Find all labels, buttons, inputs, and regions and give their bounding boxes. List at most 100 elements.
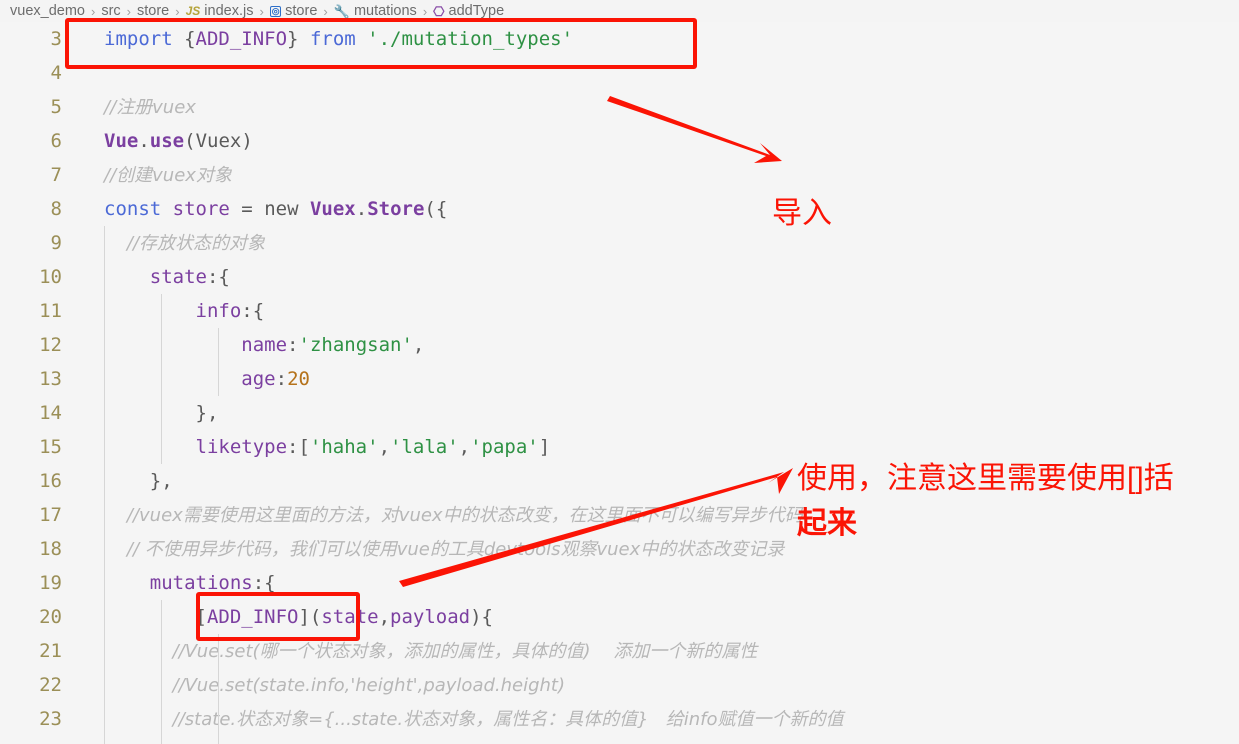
breadcrumb-separator-icon: › [126,3,131,19]
code-token: //存放状态的对象 [104,233,266,254]
code-token: : [287,334,299,356]
code-line[interactable]: 6 Vue.use(Vuex) [0,124,1239,158]
indent-guide [161,702,162,736]
line-number: 13 [39,368,62,390]
breadcrumb-item-store-symbol[interactable]: ◎ store [269,3,317,19]
annotation-usage-line1: 使用，注意这里需要使用[]括 [797,462,1174,495]
code-token: , [412,334,425,356]
js-file-icon: JS [185,4,201,18]
line-number: 23 [39,708,62,730]
code-token: 'haha' [309,436,379,458]
code-token: payload [390,606,471,628]
code-line[interactable]: 7 //创建vuex对象 [0,158,1239,192]
indent-guide [104,566,105,600]
code-token: const [104,198,162,220]
code-line[interactable]: 21 //Vue.set(哪一个状态对象，添加的属性，具体的值) 添加一个新的属… [0,634,1239,668]
indent-guide [104,294,105,328]
code-token: use [149,130,185,152]
code-token: [ [104,606,207,628]
code-line[interactable]: 22 //Vue.set(state.info,'height',payload… [0,668,1239,702]
code-token: :[ [287,436,310,458]
code-line[interactable]: 24 state.info = {...state.info,'height':… [0,736,1239,744]
code-token: //vuex需要使用这里面的方法，对vuex中的状态改变，在这里面不可以编写异步… [104,505,803,526]
indent-guide [218,362,219,396]
indent-guide [161,430,162,464]
indent-guide [104,464,105,498]
code-line[interactable]: 19 mutations:{ [0,566,1239,600]
line-number: 19 [39,572,62,594]
code-token: info [195,300,242,322]
code-token: : [275,368,288,390]
breadcrumb-item-mutations[interactable]: 🔧 mutations [334,3,417,19]
highlight-box-import-statement [65,18,697,69]
line-number: 21 [39,640,62,662]
line-number: 11 [39,300,62,322]
code-line[interactable]: 10 state:{ [0,260,1239,294]
code-text: }, [104,464,173,498]
code-line[interactable]: 8 const store = new Vuex.Store({ [0,192,1239,226]
breadcrumb-label: addType [448,3,505,19]
code-token: 'lala' [390,436,459,458]
code-token: . [138,130,150,152]
code-text: state:{ [104,260,230,294]
breadcrumb-item-vuex_demo[interactable]: vuex_demo [10,3,85,19]
breadcrumb-separator-icon: › [90,3,96,19]
code-text: liketype:['haha','lala','papa'] [104,430,551,464]
line-number: 14 [39,402,62,424]
indent-guide [161,396,162,430]
code-text: // 不使用异步代码，我们可以使用vue的工具devtools观察vuex中的状… [104,532,784,567]
code-text: Vue.use(Vuex) [104,124,253,158]
line-number: 8 [50,198,62,220]
code-line[interactable]: 23 //state.状态对象={...state.状态对象，属性名：具体的值}… [0,702,1239,736]
cube-symbol-icon: ⎔ [433,3,445,19]
code-token: 'papa' [470,436,539,458]
code-line[interactable]: 20 [ADD_INFO](state,payload){ [0,600,1239,634]
code-token: = [229,198,265,220]
code-token: Store [367,198,425,220]
breadcrumb-label: store [137,3,170,19]
indent-guide [218,328,219,362]
indent-guide [104,498,105,532]
indent-guide [104,362,105,396]
code-line[interactable]: 9 //存放状态的对象 [0,226,1239,260]
line-number: 17 [39,504,62,526]
indent-guide [161,362,162,396]
code-token: new [264,198,299,220]
code-text: info:{ [104,294,265,328]
breadcrumb-item-store-folder[interactable]: store [137,3,169,19]
highlight-box-add-info-key [196,592,360,641]
code-token: name [241,334,288,356]
code-token: }, [104,470,173,492]
code-token: //Vue.set(哪一个状态对象，添加的属性，具体的值) 添加一个新的属性 [104,641,758,662]
code-text: //创建vuex对象 [104,158,232,193]
breadcrumb-item-index-js[interactable]: JS index.js [186,3,254,19]
indent-guide [104,260,105,294]
code-editor-area[interactable]: 3 import {ADD_INFO} from './mutation_type… [0,22,1239,744]
code-line[interactable]: 5 //注册vuex [0,90,1239,124]
indent-guide [104,396,105,430]
code-line[interactable]: 13 age:20 [0,362,1239,396]
breadcrumb-label: vuex_demo [10,3,85,19]
indent-guide [104,736,105,744]
breadcrumb-separator-icon: › [175,3,180,19]
code-lines-container[interactable]: 3 import {ADD_INFO} from './mutation_type… [0,22,1239,744]
code-token: Vue [104,130,139,152]
breadcrumb-item-src[interactable]: src [101,3,120,19]
code-line[interactable]: 17 //vuex需要使用这里面的方法，对vuex中的状态改变，在这里面不可以编… [0,498,1239,532]
code-token: mutations [149,572,253,594]
code-token: ] [538,436,551,458]
indent-guide [104,226,105,260]
code-line[interactable]: 12 name:'zhangsan', [0,328,1239,362]
line-number: 12 [39,334,62,356]
code-line[interactable]: 14 }, [0,396,1239,430]
code-text: name:'zhangsan', [104,328,424,362]
breadcrumb-item-addtype[interactable]: ⎔ addType [433,3,504,19]
code-token: , [378,606,391,628]
code-line[interactable]: 18 // 不使用异步代码，我们可以使用vue的工具devtools观察vuex… [0,532,1239,566]
code-text: //注册vuex [104,90,196,125]
code-line[interactable]: 11 info:{ [0,294,1239,328]
code-token: . [355,198,368,220]
code-token: 'zhangsan' [298,334,413,356]
